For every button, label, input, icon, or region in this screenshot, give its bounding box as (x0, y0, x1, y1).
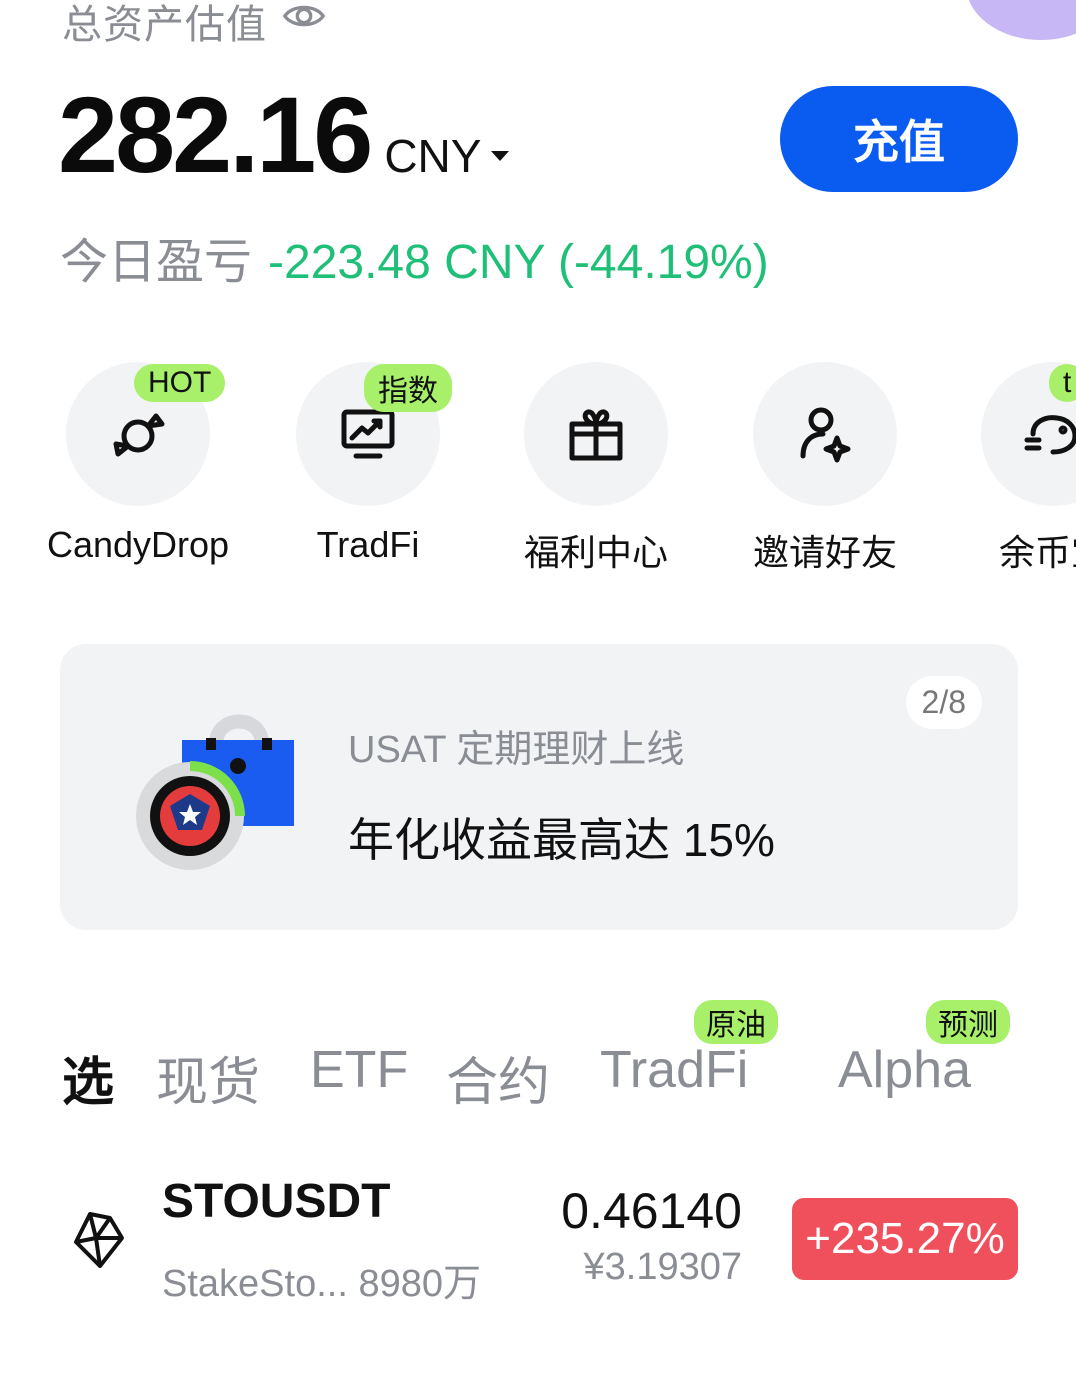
tab-etf[interactable]: ETF (310, 1040, 408, 1100)
shortcut-label: TradFi (316, 524, 420, 565)
asset-label: 总资产估值 (62, 0, 327, 50)
tab-futures[interactable]: 合约 (446, 1040, 550, 1115)
invite-user-icon (800, 407, 851, 463)
pnl-value: -223.48 CNY (-44.19%) (268, 236, 769, 289)
shortcut-row: HOT CandyDrop 指数 TradFi 福利中心 邀请好友 t 余币 (0, 362, 1076, 582)
piggy-bank-icon (1024, 415, 1076, 455)
coin-name: StakeSto... (162, 1263, 348, 1305)
shortcut-circle: t (981, 362, 1076, 506)
balance-value: 282.16 (58, 74, 373, 195)
pnl-label: 今日盈亏 (60, 236, 253, 289)
pnl: 今日盈亏 -223.48 CNY (-44.19%) (60, 222, 769, 292)
balance: 282.16 CNY (58, 72, 510, 197)
page: 总资产估值 282.16 CNY 充值 今日盈亏 -223.48 CNY (-4… (0, 0, 1076, 1380)
shortcut-circle (524, 362, 668, 506)
caret-down-icon (491, 151, 510, 161)
asset-label-text: 总资产估值 (62, 3, 267, 47)
shortcut-tradfi[interactable]: 指数 TradFi (253, 362, 483, 566)
change-badge[interactable]: +235.27% (792, 1198, 1018, 1280)
shortcut-invite[interactable]: 邀请好友 (710, 362, 940, 576)
shortcut-label: 余币宝 (998, 532, 1076, 573)
savings-badge: t (1049, 364, 1076, 402)
currency-selector[interactable]: CNY (384, 129, 510, 183)
shopping-bag-icon (136, 714, 294, 870)
index-badge: 指数 (364, 364, 452, 412)
banner-pager: 2/8 (905, 676, 982, 729)
candy-icon (113, 413, 165, 457)
table-row[interactable]: STOUSDT StakeSto... 8980万 0.46140 ¥3.193… (60, 1170, 1020, 1310)
eye-icon[interactable] (281, 0, 327, 49)
tab-alpha[interactable]: Alpha (838, 1040, 971, 1100)
volume: 8980万 (358, 1263, 481, 1305)
shortcut-candydrop[interactable]: HOT CandyDrop (23, 362, 253, 566)
hot-badge: HOT (134, 364, 226, 402)
tab-tradfi[interactable]: TradFi (600, 1040, 748, 1100)
shortcut-savings[interactable]: t 余币宝 (938, 362, 1076, 576)
shortcut-circle: 指数 (296, 362, 452, 506)
currency-label: CNY (384, 130, 482, 182)
tab-tradfi-badge: 原油 (694, 1000, 778, 1044)
shortcut-label: 邀请好友 (752, 532, 897, 573)
tab-favorites[interactable]: 选 (62, 1040, 114, 1115)
shortcut-rewards[interactable]: 福利中心 (481, 362, 711, 576)
banner-title: 年化收益最高达 15% (348, 814, 775, 866)
shortcut-label: CandyDrop (46, 524, 230, 565)
stakestone-icon (74, 1212, 124, 1268)
shortcut-circle (753, 362, 897, 506)
price-cny: ¥3.19307 (583, 1246, 743, 1288)
market-tabs: 选 现货 ETF 合约 TradFi 原油 Alpha 预测 (60, 1000, 1060, 1112)
shortcut-circle: HOT (66, 362, 226, 506)
avatar[interactable] (966, 0, 1076, 40)
tab-alpha-badge: 预测 (926, 1000, 1010, 1044)
shortcut-label: 福利中心 (523, 532, 668, 573)
pair-symbol: STOUSDT (162, 1175, 391, 1228)
deposit-button[interactable]: 充值 (780, 86, 1018, 192)
pair-subtitle: StakeSto... 8980万 (162, 1252, 481, 1307)
last-price: 0.46140 (561, 1183, 742, 1239)
tab-spot[interactable]: 现货 (156, 1040, 260, 1115)
banner-subtitle: USAT 定期理财上线 (348, 729, 685, 771)
promo-banner[interactable]: 2/8 USAT 定期理财上线 年化收益最高达 15% (60, 644, 1018, 930)
gift-icon (569, 409, 623, 461)
